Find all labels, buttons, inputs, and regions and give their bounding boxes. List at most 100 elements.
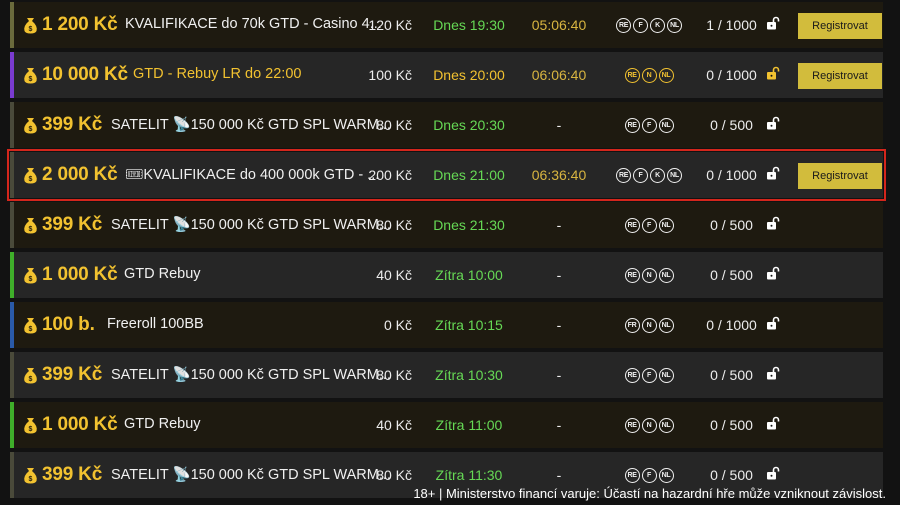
prize-pool: 1 000 Kč (42, 264, 118, 285)
register-button[interactable]: Registrovat (798, 63, 882, 89)
unlock-icon (767, 16, 780, 30)
money-bag-icon: $ (24, 118, 37, 134)
prize-pool: 1 200 Kč (42, 14, 118, 35)
prize-pool: 2 000 Kč (42, 164, 118, 185)
tournament-name[interactable]: SATELIT 📡150 000 Kč GTD SPL WARM... (111, 466, 391, 483)
game-type-badge: RE (624, 68, 640, 83)
player-count: 0 / 500 (710, 367, 753, 383)
tournament-row[interactable]: $1 000 Kč GTD Rebuy 40 Kč Zítra 10:00 - RE N NL… (10, 252, 883, 298)
unlock-icon (767, 166, 780, 180)
prize-pool: 1 000 Kč (42, 414, 118, 435)
unlock-icon (767, 216, 780, 230)
unlock-icon (767, 116, 780, 130)
prize-pool: 399 Kč (42, 114, 103, 135)
money-bag-icon: $ (24, 418, 37, 434)
money-bag-icon: $ (24, 468, 37, 484)
start-time: Zítra 10:15 (435, 317, 503, 333)
tournament-row[interactable]: $2 000 Kč 🎟KVALIFIKACE do 400 000k GTD - … (7, 149, 886, 201)
countdown: - (556, 217, 562, 233)
money-bag-icon: $ (24, 318, 37, 334)
player-count: 0 / 500 (710, 417, 753, 433)
player-count: 0 / 500 (710, 217, 753, 233)
game-type-badge: FR (624, 318, 640, 333)
countdown: 06:36:40 (531, 167, 587, 183)
countdown: - (556, 317, 562, 333)
tournament-name[interactable]: SATELIT 📡150 000 Kč GTD SPL WARM... (111, 366, 391, 383)
countdown: - (556, 267, 562, 283)
unlock-icon (767, 266, 780, 280)
game-type-badge: RE (624, 268, 640, 283)
buy-in: 200 Kč (368, 167, 412, 183)
prize-pool: 399 Kč (42, 464, 103, 485)
player-count: 0 / 500 (710, 267, 753, 283)
game-type-badge: RE (624, 418, 640, 433)
tournament-name[interactable]: SATELIT 📡150 000 Kč GTD SPL WARM... (111, 216, 391, 233)
unlock-icon (767, 366, 780, 380)
start-time: Dnes 20:00 (433, 67, 505, 83)
buy-in: 80 Kč (376, 117, 412, 133)
tournament-name[interactable]: Freeroll 100BB (107, 316, 204, 332)
game-type-badge: NL (658, 68, 674, 83)
game-type-badge: NL (658, 368, 674, 383)
money-bag-icon: $ (24, 368, 37, 384)
game-type-badges: RE F K NL (604, 18, 694, 33)
prize-pool: 10 000 Kč (42, 64, 128, 85)
svg-text:$: $ (29, 26, 33, 33)
money-bag-icon: $ (24, 18, 37, 34)
game-type-badge: F (633, 18, 648, 33)
player-count: 1 / 1000 (706, 17, 757, 33)
game-type-badge: NL (658, 118, 674, 133)
unlock-icon (767, 416, 780, 430)
game-type-badge: F (641, 118, 657, 133)
game-type-badge: NL (667, 18, 682, 33)
tournament-row[interactable]: $100 b. Freeroll 100BB 0 Kč Zítra 10:15- FR N… (10, 302, 883, 348)
unlock-icon (767, 66, 780, 80)
svg-text:$: $ (29, 476, 33, 483)
game-type-badge: RE (616, 18, 631, 33)
game-type-badges: RE F NL (604, 368, 694, 383)
register-button[interactable]: Registrovat (798, 163, 882, 189)
buy-in: 0 Kč (383, 317, 412, 333)
game-type-badge: F (641, 368, 657, 383)
game-type-badge: F (641, 218, 657, 233)
buy-in: 120 Kč (368, 17, 412, 33)
game-type-badge: RE (616, 168, 631, 183)
money-bag-icon: $ (24, 268, 37, 284)
player-count: 0 / 1000 (706, 67, 757, 83)
tournament-row[interactable]: $399 Kč SATELIT 📡150 000 Kč GTD SPL WARM.… (10, 352, 883, 398)
game-type-badge: K (650, 18, 665, 33)
game-type-badge: RE (624, 118, 640, 133)
buy-in: 40 Kč (376, 417, 412, 433)
tournament-row[interactable]: $1 200 Kč KVALIFIKACE do 70k GTD - Casino… (10, 2, 883, 48)
tournament-name[interactable]: GTD Rebuy (124, 266, 201, 282)
tournament-name[interactable]: SATELIT 📡150 000 Kč GTD SPL WARM... (111, 116, 391, 133)
start-time: Zítra 11:30 (435, 467, 503, 483)
game-type-badges: RE F NL (604, 218, 694, 233)
tournament-row[interactable]: $399 Kč SATELIT 📡150 000 Kč GTD SPL WARM.… (10, 202, 883, 248)
tournament-row[interactable]: $1 000 Kč GTD Rebuy 40 Kč Zítra 11:00 - RE N NL… (10, 402, 883, 448)
game-type-badge: N (641, 418, 657, 433)
tournament-name[interactable]: GTD Rebuy (124, 416, 201, 432)
tournament-name[interactable]: 🎟KVALIFIKACE do 400 000k GTD - ... (125, 166, 379, 183)
prize-pool: 399 Kč (42, 364, 103, 385)
buy-in: 80 Kč (376, 367, 412, 383)
game-type-badge: K (650, 168, 665, 183)
player-count: 0 / 1000 (706, 317, 757, 333)
start-time: Zítra 11:00 (435, 417, 503, 433)
register-button[interactable]: Registrovat (798, 13, 882, 39)
tournament-name[interactable]: GTD - Rebuy LR do 22:00 (133, 66, 301, 82)
game-type-badge: RE (624, 218, 640, 233)
unlock-icon (767, 316, 780, 330)
start-time: Dnes 20:30 (433, 117, 505, 133)
svg-text:$: $ (29, 226, 33, 233)
player-count: 0 / 500 (710, 117, 753, 133)
tournament-row[interactable]: $399 Kč SATELIT 📡150 000 Kč GTD SPL WARM.… (10, 102, 883, 148)
tournament-name[interactable]: KVALIFIKACE do 70k GTD - Casino 4... (125, 16, 382, 32)
game-type-badges: RE N NL (604, 68, 694, 83)
game-type-badge: NL (658, 468, 674, 483)
buy-in: 100 Kč (368, 67, 412, 83)
game-type-badge: N (641, 68, 657, 83)
player-count: 0 / 1000 (706, 167, 757, 183)
countdown: 06:06:40 (531, 67, 587, 83)
tournament-row[interactable]: $10 000 Kč GTD - Rebuy LR do 22:00 100 Kč D… (10, 52, 883, 98)
